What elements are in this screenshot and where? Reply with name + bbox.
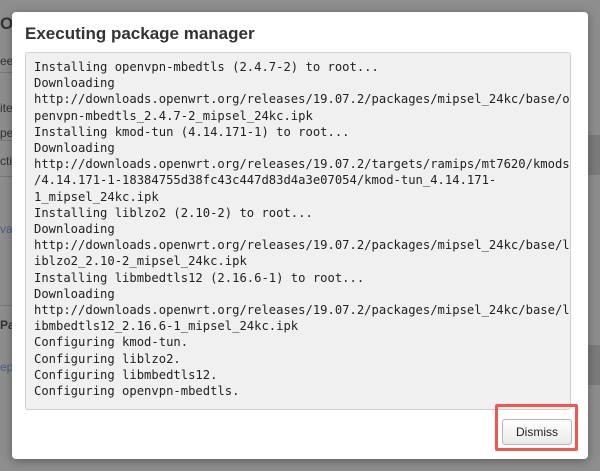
log-line: Installing kmod-tun (4.14.171-1) to root… bbox=[34, 124, 350, 139]
log-line: Configuring liblzo2. bbox=[34, 351, 181, 366]
log-line: Configuring libmbedtls12. bbox=[34, 367, 218, 382]
background-panel bbox=[588, 135, 600, 175]
log-line: Downloading bbox=[34, 141, 115, 156]
background-text-fragment: ep bbox=[0, 360, 12, 374]
log-line: /4.14.171-1-18384755d38fc43c447d83d4a3e0… bbox=[34, 173, 497, 188]
background-text-fragment: pe bbox=[0, 126, 12, 140]
background-divider bbox=[0, 72, 12, 73]
log-line: Downloading bbox=[34, 286, 115, 301]
log-line: 1_mipsel_24kc.ipk bbox=[34, 189, 159, 204]
background-text-fragment: va bbox=[0, 222, 12, 236]
log-line: http://downloads.openwrt.org/releases/19… bbox=[34, 157, 570, 172]
dialog-title: Executing package manager bbox=[25, 24, 255, 43]
log-line: iblzo2_2.10-2_mipsel_24kc.ipk bbox=[34, 254, 247, 269]
log-line: Downloading bbox=[34, 222, 115, 237]
log-line: ibmbedtls12_2.16.6-1_mipsel_24kc.ipk bbox=[34, 319, 299, 334]
background-text-fragment: ee bbox=[0, 54, 12, 68]
package-log-output[interactable]: Installing openvpn-mbedtls (2.4.7-2) to … bbox=[25, 52, 571, 410]
background-text-fragment: O bbox=[0, 14, 12, 33]
background-text-fragment: cti bbox=[0, 154, 12, 168]
log-line: http://downloads.openwrt.org/releases/19… bbox=[34, 92, 570, 107]
background-divider bbox=[0, 140, 12, 141]
log-line: http://downloads.openwrt.org/releases/19… bbox=[34, 238, 570, 253]
dismiss-button[interactable]: Dismiss bbox=[502, 419, 572, 445]
log-line: http://downloads.openwrt.org/releases/19… bbox=[34, 303, 570, 318]
background-divider bbox=[0, 176, 12, 177]
background-divider bbox=[0, 305, 12, 306]
log-line: Downloading bbox=[34, 76, 115, 91]
background-text-fragment: Pa bbox=[0, 318, 12, 332]
background-panel bbox=[588, 345, 600, 385]
log-line: penvpn-mbedtls_2.4.7-2_mipsel_24kc.ipk bbox=[34, 108, 313, 123]
log-line: Configuring openvpn-mbedtls. bbox=[34, 384, 240, 399]
log-line: Installing libmbedtls12 (2.16.6-1) to ro… bbox=[34, 270, 365, 285]
package-manager-dialog: Executing package manager Installing ope… bbox=[12, 12, 588, 459]
log-line: Configuring kmod-tun. bbox=[34, 335, 189, 350]
log-line: Installing liblzo2 (2.10-2) to root... bbox=[34, 205, 313, 220]
log-line: Installing openvpn-mbedtls (2.4.7-2) to … bbox=[34, 60, 379, 74]
background-text-fragment: ite bbox=[0, 101, 12, 115]
